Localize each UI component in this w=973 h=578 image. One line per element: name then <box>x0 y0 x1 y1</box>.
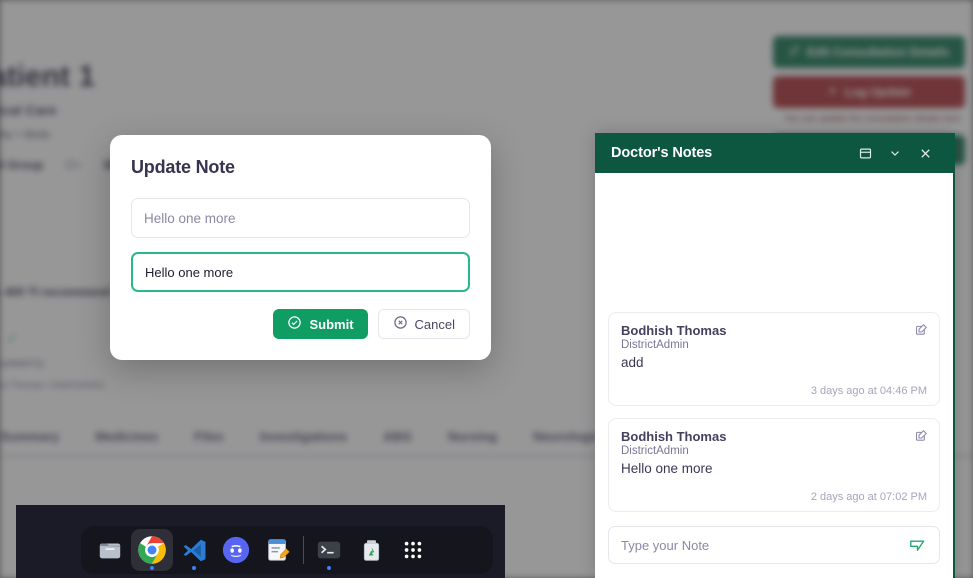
chrome-app-icon[interactable] <box>131 529 173 571</box>
notes-app-icon[interactable] <box>257 529 299 571</box>
dock-separator <box>303 536 304 564</box>
chrome-running-dot <box>150 566 154 570</box>
submit-button[interactable]: Submit <box>273 309 368 339</box>
notes-panel-title: Doctor's Notes <box>611 145 713 161</box>
terminal-running-dot <box>327 566 331 570</box>
update-note-dialog: Update Note Submit Cancel <box>110 135 491 360</box>
note-timestamp: 3 days ago at 04:46 PM <box>810 385 927 397</box>
notes-panel-header: Doctor's Notes <box>595 133 953 173</box>
doctors-notes-panel: Doctor's Notes Bodhish Thomas DistrictAd… <box>595 133 955 578</box>
x-circle-icon <box>393 315 408 333</box>
discord-app-icon[interactable] <box>215 529 257 571</box>
note-author: Bodhish Thomas <box>621 323 727 338</box>
screen-root: Patient 1 Critical Care Facility > Beds … <box>0 0 973 578</box>
note-composer-wrap <box>608 526 940 564</box>
submit-label: Submit <box>309 316 354 332</box>
app-grid-icon[interactable] <box>392 529 434 571</box>
dialog-actions: Submit Cancel <box>131 309 470 339</box>
note-role: DistrictAdmin <box>621 445 689 457</box>
desktop-strip <box>16 505 505 578</box>
window-icon[interactable] <box>850 138 880 168</box>
edit-note-icon[interactable] <box>914 322 929 337</box>
note-card[interactable]: Bodhish Thomas DistrictAdmin Hello one m… <box>608 418 940 512</box>
check-circle-icon <box>287 315 302 333</box>
note-card[interactable]: Bodhish Thomas DistrictAdmin add 3 days … <box>608 312 940 406</box>
note-title-input[interactable] <box>131 198 470 238</box>
files-app-icon[interactable] <box>89 529 131 571</box>
send-plane-icon[interactable] <box>905 533 929 557</box>
note-composer-input[interactable] <box>621 537 905 553</box>
taskbar-dock <box>81 526 493 574</box>
note-author: Bodhish Thomas <box>621 429 727 444</box>
vscode-running-dot <box>192 566 196 570</box>
notes-list[interactable]: Bodhish Thomas DistrictAdmin add 3 days … <box>595 173 953 518</box>
chevron-down-icon[interactable] <box>880 138 910 168</box>
notes-composer <box>595 518 953 578</box>
trash-icon[interactable] <box>350 529 392 571</box>
vscode-app-icon[interactable] <box>173 529 215 571</box>
note-timestamp: 2 days ago at 07:02 PM <box>810 491 927 503</box>
dialog-title: Update Note <box>131 157 235 177</box>
note-role: DistrictAdmin <box>621 339 689 351</box>
cancel-button[interactable]: Cancel <box>377 309 470 339</box>
note-text: add <box>621 355 644 370</box>
edit-note-icon[interactable] <box>914 428 929 443</box>
terminal-app-icon[interactable] <box>308 529 350 571</box>
note-body-textarea[interactable] <box>131 252 470 292</box>
note-text: Hello one more <box>621 461 713 476</box>
cancel-label: Cancel <box>414 316 455 332</box>
close-icon[interactable] <box>910 138 940 168</box>
